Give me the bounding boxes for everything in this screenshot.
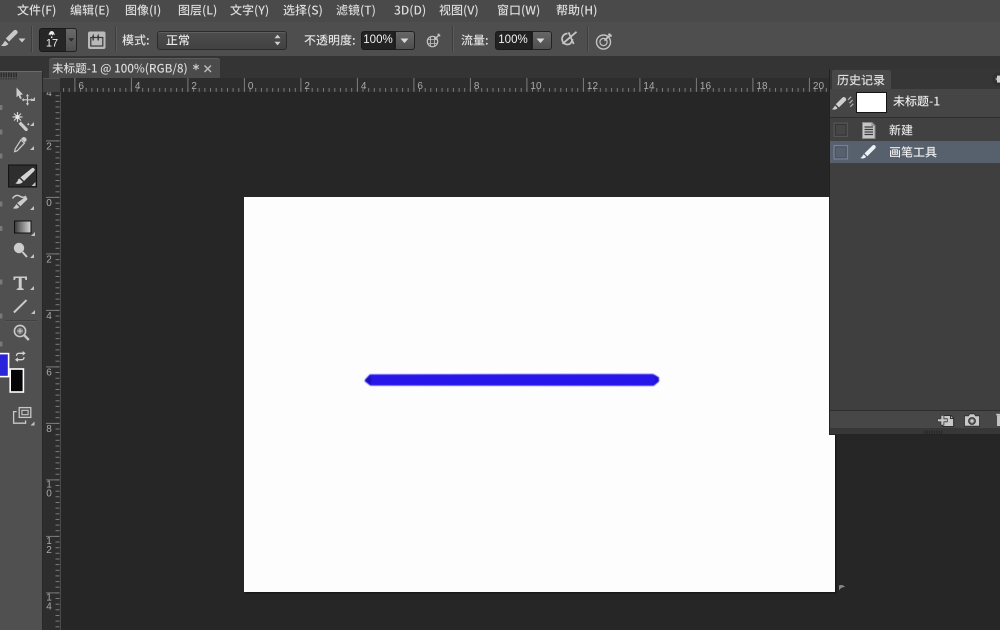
svg-text:2: 2 xyxy=(46,545,52,556)
svg-text:4: 4 xyxy=(361,81,367,92)
svg-text:0: 0 xyxy=(248,81,254,92)
svg-text:6: 6 xyxy=(78,81,84,92)
svg-text:2: 2 xyxy=(191,81,197,92)
svg-text:2: 2 xyxy=(46,141,52,152)
svg-text:16: 16 xyxy=(700,81,712,92)
svg-text:8: 8 xyxy=(474,81,480,92)
svg-text:8: 8 xyxy=(46,424,52,435)
svg-text:6: 6 xyxy=(46,367,52,378)
svg-text:6: 6 xyxy=(417,81,423,92)
svg-text:2: 2 xyxy=(304,81,310,92)
svg-text:10: 10 xyxy=(530,81,542,92)
svg-text:4: 4 xyxy=(46,601,52,612)
svg-text:4: 4 xyxy=(135,81,141,92)
svg-text:2: 2 xyxy=(46,254,52,265)
svg-text:0: 0 xyxy=(46,488,52,499)
svg-text:12: 12 xyxy=(587,81,599,92)
svg-text:18: 18 xyxy=(756,81,768,92)
svg-text:14: 14 xyxy=(643,81,655,92)
svg-text:0: 0 xyxy=(46,198,52,209)
svg-text:20: 20 xyxy=(813,81,825,92)
svg-text:4: 4 xyxy=(46,311,52,322)
